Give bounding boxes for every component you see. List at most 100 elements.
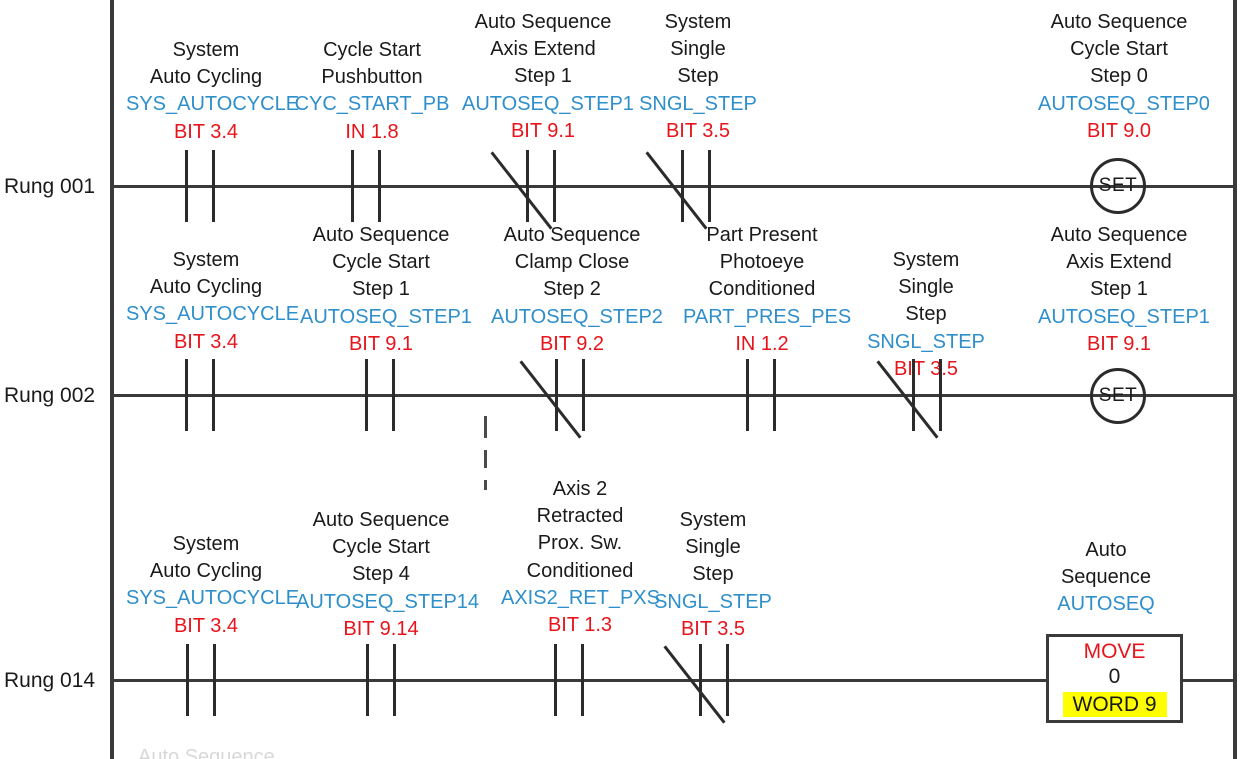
annotation-r001-e004: System Single Step SNGL_STEP BIT 3.5 <box>626 9 770 145</box>
contact-bar-right <box>708 150 711 222</box>
annot-tag: PART_PRES_PES <box>683 305 852 328</box>
contact-bar-left <box>681 150 684 222</box>
annot-desc: Axis 2 <box>552 478 608 500</box>
annot-desc: Single <box>685 536 741 559</box>
annot-desc: Auto Cycling <box>149 560 263 583</box>
annot-desc: Auto Sequence <box>312 224 450 246</box>
annot-desc: Step 4 <box>352 563 410 586</box>
annot-address: BIT 9.0 <box>1086 119 1152 142</box>
annot-desc: Auto Sequence <box>503 224 641 246</box>
contact-bar-right <box>378 150 381 222</box>
contact-no-r014-e001[interactable] <box>186 644 216 716</box>
contact-bar-left <box>186 644 189 716</box>
annot-desc: Pushbutton <box>321 66 423 89</box>
contact-bar-right <box>553 150 556 222</box>
annotation-r001-e005: Auto Sequence Cycle Start Step 0 AUTOSEQ… <box>1038 9 1210 145</box>
annot-desc: Auto Cycling <box>149 276 263 299</box>
annotation-r001-e001: System Auto Cycling SYS_AUTOCYCLE BIT 3.… <box>126 37 300 146</box>
annotation-r002-e001: System Auto Cycling SYS_AUTOCYCLE BIT 3.… <box>126 247 300 356</box>
annot-address: IN 1.8 <box>345 120 399 143</box>
annot-desc: Step 1 <box>1090 278 1148 301</box>
annot-desc: Axis Extend <box>490 38 596 61</box>
rung-label-014: Rung 014 <box>4 669 96 692</box>
annot-desc: Cycle Start <box>332 251 430 274</box>
annot-tag: AUTOSEQ_STEP1 <box>462 92 634 115</box>
coil-label: SET <box>1098 175 1138 196</box>
contact-bar-right <box>393 644 396 716</box>
clipped-bottom-text: Auto Sequence <box>138 746 275 759</box>
contact-bar-left <box>554 644 557 716</box>
move-instruction-block[interactable]: MOVE 0 WORD 9 <box>1046 634 1183 723</box>
annot-desc: Single <box>898 276 954 299</box>
annotation-r002-e004: Part Present Photoeye Conditioned PART_P… <box>683 222 852 358</box>
annot-desc: Clamp Close <box>514 251 630 274</box>
annotation-r002-e006: Auto Sequence Axis Extend Step 1 AUTOSEQ… <box>1038 222 1210 358</box>
contact-no-r014-e003[interactable] <box>554 644 584 716</box>
annot-address: BIT 3.4 <box>173 120 239 143</box>
annot-desc: Step 1 <box>352 278 410 301</box>
contact-bar-right <box>392 359 395 431</box>
contact-bar-right <box>212 359 215 431</box>
annot-desc: Step 1 <box>514 65 572 88</box>
annot-tag: AUTOSEQ_STEP1 <box>1038 305 1210 328</box>
contact-bar-right <box>773 359 776 431</box>
contact-nc-r002-e003[interactable] <box>519 359 585 439</box>
annot-desc: Cycle Start <box>1070 38 1168 61</box>
contact-no-r001-e001[interactable] <box>185 150 215 222</box>
coil-set-r002-e006[interactable]: SET <box>1090 368 1146 424</box>
coil-set-r001-e005[interactable]: SET <box>1090 158 1146 214</box>
right-power-rail <box>1233 0 1237 759</box>
annot-tag: CYC_START_PB <box>294 93 450 116</box>
annot-desc: Auto Sequence <box>1050 224 1188 246</box>
annotation-r002-e003: Auto Sequence Clamp Close Step 2 AUTOSEQ… <box>491 222 663 358</box>
annotation-r014-e005: Auto Sequence AUTOSEQ <box>1038 537 1174 619</box>
annot-tag: SYS_AUTOCYCLE <box>126 93 300 116</box>
contact-bar-left <box>366 644 369 716</box>
annot-tag: AUTOSEQ_STEP0 <box>1038 92 1210 115</box>
annot-tag: SNGL_STEP <box>654 590 772 613</box>
annot-address: BIT 9.2 <box>539 332 605 355</box>
annot-address: BIT 3.5 <box>665 119 731 142</box>
annotation-r014-e001: System Auto Cycling SYS_AUTOCYCLE BIT 3.… <box>126 531 299 640</box>
contact-nc-r001-e003[interactable] <box>490 150 556 230</box>
annot-desc: System <box>664 11 732 33</box>
annotation-r014-e004: System Single Step SNGL_STEP BIT 3.5 <box>641 507 785 643</box>
annot-desc: Auto Sequence <box>312 509 450 531</box>
annot-tag: AUTOSEQ <box>1057 593 1155 616</box>
annot-desc: Step <box>692 563 734 586</box>
contact-bar-left <box>526 150 529 222</box>
contact-no-r002-e001[interactable] <box>185 359 215 431</box>
contact-nc-r001-e004[interactable] <box>645 150 711 230</box>
contact-no-r002-e004[interactable] <box>746 359 776 431</box>
annot-desc: Auto Cycling <box>149 66 263 89</box>
contact-nc-r002-e005[interactable] <box>876 359 942 439</box>
annot-tag: SYS_AUTOCYCLE <box>126 303 300 326</box>
annot-desc: Step <box>677 65 719 88</box>
rung-wire-002 <box>112 394 1235 397</box>
contact-no-r001-e002[interactable] <box>351 150 381 222</box>
annot-desc: System <box>172 533 240 555</box>
contact-bar-left <box>185 359 188 431</box>
annot-address: BIT 9.1 <box>510 119 576 142</box>
move-destination[interactable]: WORD 9 <box>1062 691 1167 717</box>
rung-label-001: Rung 001 <box>4 175 96 198</box>
annot-address: BIT 3.4 <box>173 614 239 637</box>
move-source: 0 <box>1108 664 1121 688</box>
contact-nc-r014-e004[interactable] <box>663 644 729 724</box>
annot-desc: Auto Sequence <box>1050 11 1188 33</box>
annot-address: IN 1.2 <box>735 332 789 355</box>
contact-bar-left <box>555 359 558 431</box>
annotation-r014-e002: Auto Sequence Cycle Start Step 4 AUTOSEQ… <box>296 507 479 643</box>
annotation-r002-e002: Auto Sequence Cycle Start Step 1 AUTOSEQ… <box>300 222 472 358</box>
annot-desc: Step 2 <box>543 278 601 301</box>
vertical-ellipsis-icon <box>484 416 487 502</box>
annot-address: BIT 1.3 <box>547 613 613 636</box>
annot-desc: System <box>679 509 747 531</box>
annot-address: BIT 3.5 <box>680 617 746 640</box>
annotation-r001-e003: Auto Sequence Axis Extend Step 1 AUTOSEQ… <box>462 9 634 145</box>
contact-no-r002-e002[interactable] <box>365 359 395 431</box>
annot-tag: AUTOSEQ_STEP2 <box>491 305 663 328</box>
contact-no-r014-e002[interactable] <box>366 644 396 716</box>
contact-bar-left <box>185 150 188 222</box>
annot-address: BIT 3.4 <box>173 330 239 353</box>
